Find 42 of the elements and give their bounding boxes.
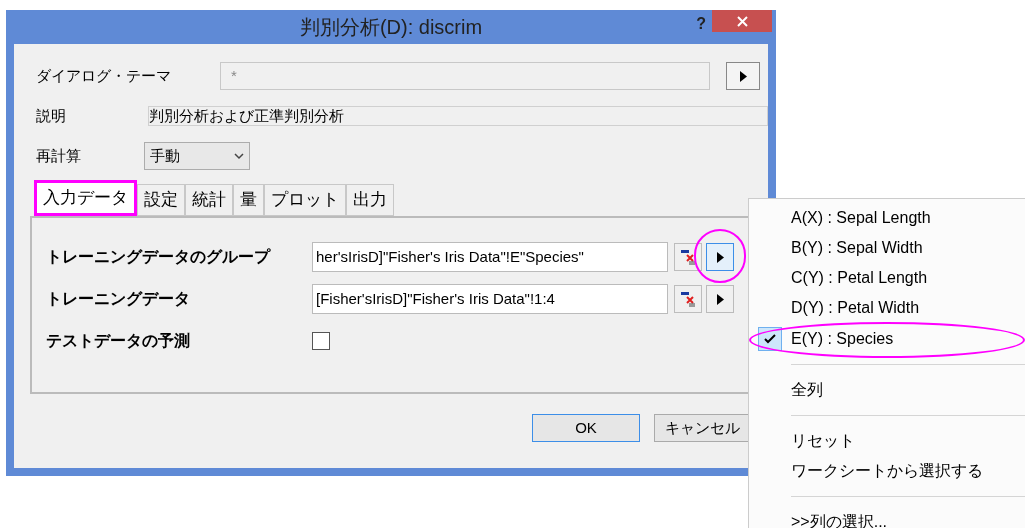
play-arrow-icon — [716, 293, 724, 305]
checkbox[interactable] — [312, 332, 330, 350]
field-label: トレーニングデータ — [46, 289, 191, 309]
menu-item[interactable]: 全列 — [791, 377, 823, 402]
description-field: 判別分析および正準判別分析 — [148, 106, 768, 126]
worksheet-icon — [680, 291, 696, 307]
theme-label: ダイアログ・テーマ — [36, 65, 172, 86]
menu-item[interactable]: C(Y) : Petal Length — [791, 266, 928, 291]
window-title: 判別分析(D): discrim — [299, 15, 483, 40]
column-menu-button[interactable] — [706, 285, 734, 313]
worksheet-picker-button[interactable] — [674, 243, 702, 271]
worksheet-icon — [680, 249, 696, 265]
close-button[interactable] — [712, 10, 772, 32]
play-arrow-icon — [716, 251, 724, 263]
menu-item[interactable]: E(Y) : Species — [791, 326, 894, 351]
check-icon — [764, 333, 776, 344]
menu-item[interactable]: ワークシートから選択する — [791, 458, 983, 483]
tab[interactable]: プロット — [264, 184, 346, 216]
recalc-dropdown[interactable]: 手動 — [144, 142, 250, 170]
range-field[interactable]: [Fisher'sIrisD]"Fisher's Iris Data"!1:4 — [312, 284, 668, 314]
range-field[interactable]: her'sIrisD]"Fisher's Iris Data"!E"Species" — [312, 242, 668, 272]
menu-item[interactable]: リセット — [791, 428, 855, 453]
field-label: トレーニングデータのグループ — [46, 247, 272, 267]
tab[interactable]: 入力データ — [34, 180, 137, 216]
menu-item[interactable]: A(X) : Sepal Length — [791, 206, 931, 231]
play-arrow-icon — [739, 70, 747, 82]
tab[interactable]: 量 — [233, 184, 264, 216]
recalc-label: 再計算 — [36, 145, 82, 166]
column-menu-button[interactable] — [706, 243, 734, 271]
close-icon — [736, 15, 748, 27]
tab[interactable]: 出力 — [346, 184, 394, 216]
theme-menu-button[interactable] — [726, 62, 760, 90]
help-button[interactable]: ? — [696, 12, 706, 36]
tab[interactable]: 統計 — [185, 184, 233, 216]
tab[interactable]: 設定 — [137, 184, 185, 216]
field-label: テストデータの予測 — [46, 331, 191, 351]
dialog-button[interactable]: OK — [532, 414, 640, 442]
menu-item[interactable]: D(Y) : Petal Width — [791, 296, 920, 321]
worksheet-picker-button[interactable] — [674, 285, 702, 313]
description-label: 説明 — [36, 105, 67, 126]
menu-item[interactable]: B(Y) : Sepal Width — [791, 236, 923, 261]
chevron-down-icon — [234, 152, 244, 160]
